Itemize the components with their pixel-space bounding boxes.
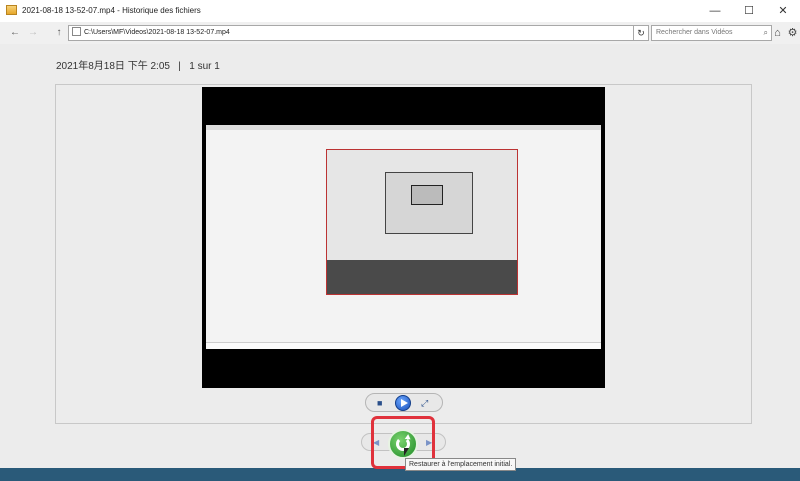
video-frame-content xyxy=(206,125,601,349)
window-title: 2021-08-18 13-52-07.mp4 - Historique des… xyxy=(22,6,201,15)
header-separator: | xyxy=(178,61,181,72)
close-button[interactable]: ✕ xyxy=(766,0,800,22)
video-taskbar xyxy=(206,342,601,349)
mouse-cursor xyxy=(404,448,409,456)
home-icon[interactable]: ⌂ xyxy=(771,27,784,40)
stop-icon[interactable]: ■ xyxy=(377,397,382,409)
play-icon[interactable] xyxy=(395,395,411,411)
version-header: 2021年8月18日 下午 2:05 | 1 sur 1 xyxy=(56,57,220,72)
forward-icon[interactable]: → xyxy=(26,26,40,40)
video-preview[interactable] xyxy=(202,87,605,388)
video-inner-panel xyxy=(327,260,517,294)
video-nested-window-2 xyxy=(411,185,443,205)
video-inner-window xyxy=(326,149,518,295)
video-browser-bar xyxy=(206,125,601,130)
search-input[interactable]: Rechercher dans Vidéos ⌕ xyxy=(651,25,772,41)
file-icon xyxy=(72,26,81,36)
refresh-icon[interactable]: ↻ xyxy=(633,25,649,41)
navigation-bar: ← → ↑ C:\Users\MF\Videos\2021-08-18 13-5… xyxy=(0,22,800,44)
restore-tooltip: Restaurer à l'emplacement initial. xyxy=(405,458,517,471)
gear-icon[interactable]: ⚙ xyxy=(786,27,799,40)
app-icon xyxy=(6,5,17,15)
file-history-window: 2021-08-18 13-52-07.mp4 - Historique des… xyxy=(0,0,800,468)
search-icon[interactable]: ⌕ xyxy=(764,26,768,40)
search-placeholder: Rechercher dans Vidéos xyxy=(656,29,733,36)
minimize-button[interactable]: — xyxy=(698,0,732,22)
back-icon[interactable]: ← xyxy=(8,26,22,40)
version-date: 2021年8月18日 下午 2:05 xyxy=(56,61,170,72)
maximize-button[interactable]: ☐ xyxy=(732,0,766,22)
playback-controls: ■ ⤢ xyxy=(365,393,443,412)
title-bar: 2021-08-18 13-52-07.mp4 - Historique des… xyxy=(0,0,800,22)
version-position: 1 sur 1 xyxy=(189,61,220,72)
fullscreen-icon[interactable]: ⤢ xyxy=(421,397,428,409)
address-path: C:\Users\MF\Videos\2021-08-18 13-52-07.m… xyxy=(84,29,230,36)
up-icon[interactable]: ↑ xyxy=(52,26,66,40)
video-nested-window xyxy=(385,172,473,234)
address-bar[interactable]: C:\Users\MF\Videos\2021-08-18 13-52-07.m… xyxy=(68,25,634,41)
